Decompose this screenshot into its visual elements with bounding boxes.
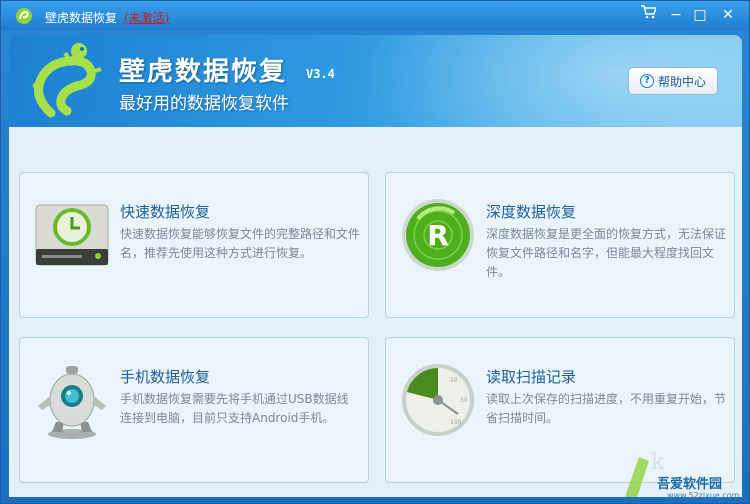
svg-text:100: 100 <box>450 419 462 426</box>
card-description: 手机数据恢复需要先将手机通过USB数据线连接到电脑，目前只支持Android手机… <box>120 392 349 425</box>
gauge-icon: 10 30 100 <box>402 364 474 436</box>
maximize-icon[interactable]: □ <box>689 5 711 25</box>
tagline: 最好用的数据恢复软件 <box>119 94 289 114</box>
window-title: 壁虎数据恢复 <box>45 11 118 25</box>
card-title: 手机数据恢复 <box>120 368 211 386</box>
close-icon[interactable]: ✕ <box>717 5 739 25</box>
activation-status-link[interactable]: (未激活) <box>124 9 169 26</box>
svg-text:k: k <box>651 450 665 475</box>
app-window: 壁虎数据恢复 (未激活) − □ ✕ 壁虎数据恢复 V3.4 最好用的数据恢复软… <box>0 0 750 504</box>
watermark-url: www.52zixue.com <box>667 491 740 500</box>
app-name: 壁虎数据恢复 <box>119 57 288 87</box>
clock-drive-icon <box>35 204 109 266</box>
robot-icon <box>38 366 106 439</box>
svg-text:30: 30 <box>460 397 468 404</box>
help-center-button[interactable]: ? 帮助中心 <box>628 67 718 95</box>
radar-r-icon: R <box>402 199 474 271</box>
phone-recovery-card[interactable]: 手机数据恢复 手机数据恢复需要先将手机通过USB数据线连接到电脑，目前只支持An… <box>19 337 369 483</box>
quick-recovery-card[interactable]: 快速数据恢复 快速数据恢复能够恢复文件的完整路径和文件名，推荐先使用这种方式进行… <box>19 172 369 318</box>
cart-icon[interactable] <box>637 5 659 25</box>
card-title: 读取扫描记录 <box>486 368 577 386</box>
deep-recovery-card[interactable]: R 深度数据恢复 深度数据恢复是更全面的恢复方式，无法保证恢复文件路径和名字，但… <box>385 172 735 318</box>
question-icon: ? <box>639 74 654 88</box>
gecko-app-icon <box>16 8 32 24</box>
help-center-label: 帮助中心 <box>657 74 706 89</box>
version-label: V3.4 <box>306 67 335 81</box>
watermark-text: 吾爱软件园 <box>657 477 723 492</box>
card-description: 深度数据恢复是更全面的恢复方式，无法保证恢复文件路径和名字，但能最大程度找回文件… <box>486 227 727 279</box>
header-banner: 壁虎数据恢复 V3.4 最好用的数据恢复软件 ? 帮助中心 <box>9 35 742 127</box>
card-description: 快速数据恢复能够恢复文件的完整路径和文件名，推荐先使用这种方式进行恢复。 <box>120 227 361 260</box>
card-title: 深度数据恢复 <box>486 203 577 221</box>
gecko-logo-icon <box>32 43 102 118</box>
card-title: 快速数据恢复 <box>120 203 211 221</box>
title-bar[interactable]: 壁虎数据恢复 (未激活) − □ ✕ <box>1 1 749 31</box>
minimize-icon[interactable]: − <box>665 5 687 25</box>
svg-text:10: 10 <box>450 377 458 384</box>
svg-text:R: R <box>427 219 449 252</box>
card-description: 读取上次保存的扫描进度，不用重复开始，节省扫描时间。 <box>486 392 727 425</box>
